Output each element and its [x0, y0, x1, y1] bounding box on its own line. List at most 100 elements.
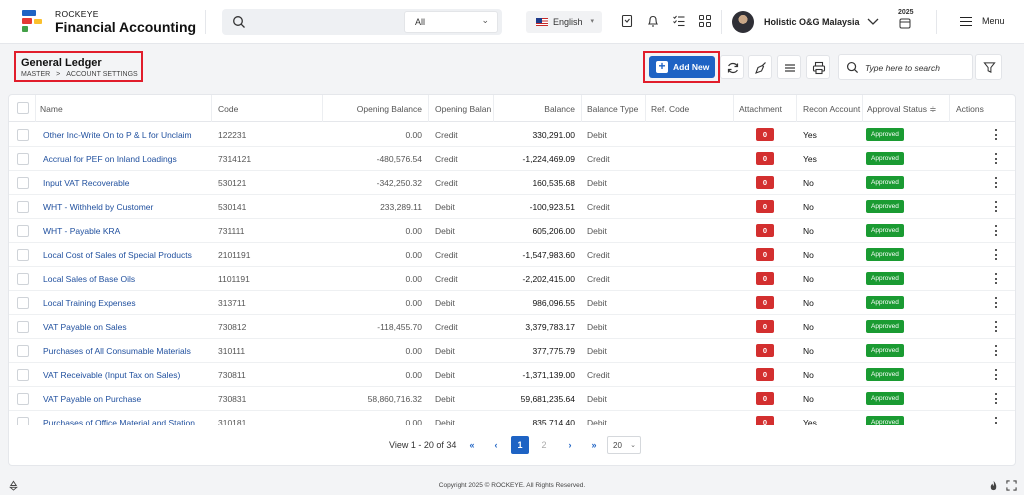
more-vertical-icon[interactable]	[992, 248, 1000, 262]
expand-icon[interactable]	[1006, 480, 1017, 491]
breadcrumb-item-account-settings[interactable]: ACCOUNT SETTINGS	[66, 71, 137, 78]
bell-icon[interactable]	[646, 14, 660, 28]
attachment-count-badge[interactable]: 0	[756, 248, 774, 261]
table-row[interactable]: VAT Receivable (Input Tax on Sales) 73081…	[9, 363, 1015, 387]
table-row[interactable]: Purchases of All Consumable Materials 310…	[9, 339, 1015, 363]
account-name-link[interactable]: Purchases of Office Material and Station	[43, 418, 195, 425]
refresh-button[interactable]	[720, 55, 744, 79]
breadcrumb-item-master[interactable]: MASTER	[21, 71, 50, 78]
add-new-button[interactable]: + Add New	[649, 56, 715, 78]
more-vertical-icon[interactable]	[992, 368, 1000, 382]
checklist-icon[interactable]	[672, 14, 686, 28]
header-code[interactable]: Code	[218, 104, 238, 114]
grid-icon[interactable]	[698, 14, 712, 28]
table-row[interactable]: Local Sales of Base Oils 1101191 0.00 Credi…	[9, 267, 1015, 291]
header-approval-status[interactable]: Approval Status ≑	[867, 104, 937, 115]
table-row[interactable]: WHT - Withheld by Customer 530141 233,289.…	[9, 195, 1015, 219]
user-name[interactable]: Holistic O&G Malaysia	[764, 17, 860, 27]
table-search-input[interactable]	[865, 60, 969, 75]
select-all-checkbox[interactable]	[17, 102, 29, 114]
row-checkbox[interactable]	[17, 129, 29, 141]
prev-page-button[interactable]: ‹	[487, 436, 505, 454]
clear-button[interactable]	[748, 55, 772, 79]
attachment-count-badge[interactable]: 0	[756, 416, 774, 425]
more-vertical-icon[interactable]	[992, 152, 1000, 166]
table-row[interactable]: Purchases of Office Material and Station…	[9, 411, 1015, 425]
row-checkbox[interactable]	[17, 201, 29, 213]
account-name-link[interactable]: VAT Receivable (Input Tax on Sales)	[43, 370, 180, 380]
account-name-link[interactable]: Purchases of All Consumable Materials	[43, 346, 191, 356]
page-1-button[interactable]: 1	[511, 436, 529, 454]
header-balance-type[interactable]: Balance Type	[587, 104, 638, 114]
filter-button[interactable]	[975, 54, 1002, 80]
table-row[interactable]: Other Inc-Write On to P & L for Unclaim 1…	[9, 123, 1015, 147]
table-row[interactable]: Accrual for PEF on Inland Loadings 731412…	[9, 147, 1015, 171]
avatar[interactable]	[732, 11, 754, 33]
header-opening-balance-type[interactable]: Opening Balan	[435, 104, 492, 114]
row-checkbox[interactable]	[17, 225, 29, 237]
more-vertical-icon[interactable]	[992, 176, 1000, 190]
account-name-link[interactable]: Other Inc-Write On to P & L for Unclaim	[43, 130, 192, 140]
more-vertical-icon[interactable]	[992, 200, 1000, 214]
row-checkbox[interactable]	[17, 249, 29, 261]
more-vertical-icon[interactable]	[992, 128, 1000, 142]
attachment-count-badge[interactable]: 0	[756, 392, 774, 405]
more-vertical-icon[interactable]	[992, 224, 1000, 238]
account-name-link[interactable]: WHT - Payable KRA	[43, 226, 120, 236]
more-vertical-icon[interactable]	[992, 416, 1000, 425]
page-2-button[interactable]: 2	[535, 436, 553, 454]
language-select[interactable]: English ▾	[526, 11, 602, 33]
row-checkbox[interactable]	[17, 393, 29, 405]
row-checkbox[interactable]	[17, 273, 29, 285]
account-name-link[interactable]: WHT - Withheld by Customer	[43, 202, 153, 212]
row-checkbox[interactable]	[17, 369, 29, 381]
sort-icon[interactable]: ≑	[929, 104, 936, 114]
header-attachment[interactable]: Attachment	[739, 104, 782, 114]
account-name-link[interactable]: Local Sales of Base Oils	[43, 274, 135, 284]
global-search[interactable]: All ⌄	[222, 9, 502, 35]
account-name-link[interactable]: Accrual for PEF on Inland Loadings	[43, 154, 177, 164]
header-recon-account[interactable]: Recon Account	[803, 104, 863, 114]
row-checkbox[interactable]	[17, 153, 29, 165]
header-balance[interactable]: Balance	[489, 104, 575, 114]
account-name-link[interactable]: VAT Payable on Purchase	[43, 394, 141, 404]
attachment-count-badge[interactable]: 0	[756, 320, 774, 333]
attachment-count-badge[interactable]: 0	[756, 296, 774, 309]
table-row[interactable]: WHT - Payable KRA 731111 0.00 Debit 605,206.…	[9, 219, 1015, 243]
columns-button[interactable]	[777, 55, 801, 79]
attachment-count-badge[interactable]: 0	[756, 128, 774, 141]
search-scope-select[interactable]: All ⌄	[404, 11, 498, 33]
fire-icon[interactable]	[988, 480, 999, 491]
last-page-button[interactable]: »	[585, 436, 603, 454]
row-checkbox[interactable]	[17, 321, 29, 333]
print-button[interactable]	[806, 55, 830, 79]
bookmark-icon[interactable]	[620, 14, 634, 28]
table-search[interactable]	[838, 54, 973, 80]
account-name-link[interactable]: Input VAT Recoverable	[43, 178, 129, 188]
table-row[interactable]: Input VAT Recoverable 530121 -342,250.32 Cr…	[9, 171, 1015, 195]
table-row[interactable]: Local Cost of Sales of Special Products 2…	[9, 243, 1015, 267]
table-row[interactable]: Local Training Expenses 313711 0.00 Debit 98…	[9, 291, 1015, 315]
row-checkbox[interactable]	[17, 417, 29, 425]
next-page-button[interactable]: ›	[561, 436, 579, 454]
page-size-select[interactable]: 20 ⌄	[607, 436, 641, 454]
account-name-link[interactable]: Local Cost of Sales of Special Products	[43, 250, 192, 260]
account-name-link[interactable]: Local Training Expenses	[43, 298, 136, 308]
attachment-count-badge[interactable]: 0	[756, 368, 774, 381]
attachment-count-badge[interactable]: 0	[756, 344, 774, 357]
row-checkbox[interactable]	[17, 177, 29, 189]
more-vertical-icon[interactable]	[992, 392, 1000, 406]
attachment-count-badge[interactable]: 0	[756, 176, 774, 189]
table-row[interactable]: VAT Payable on Purchase 730831 58,860,716.…	[9, 387, 1015, 411]
more-vertical-icon[interactable]	[992, 272, 1000, 286]
attachment-count-badge[interactable]: 0	[756, 152, 774, 165]
fiscal-year-selector[interactable]: 2025	[898, 9, 914, 31]
row-checkbox[interactable]	[17, 345, 29, 357]
header-opening-balance[interactable]: Opening Balance	[329, 104, 422, 114]
table-row[interactable]: VAT Payable on Sales 730812 -118,455.70 Cre…	[9, 315, 1015, 339]
first-page-button[interactable]: «	[463, 436, 481, 454]
attachment-count-badge[interactable]: 0	[756, 272, 774, 285]
attachment-count-badge[interactable]: 0	[756, 224, 774, 237]
header-ref-code[interactable]: Ref. Code	[651, 104, 689, 114]
header-name[interactable]: Name	[40, 104, 63, 114]
